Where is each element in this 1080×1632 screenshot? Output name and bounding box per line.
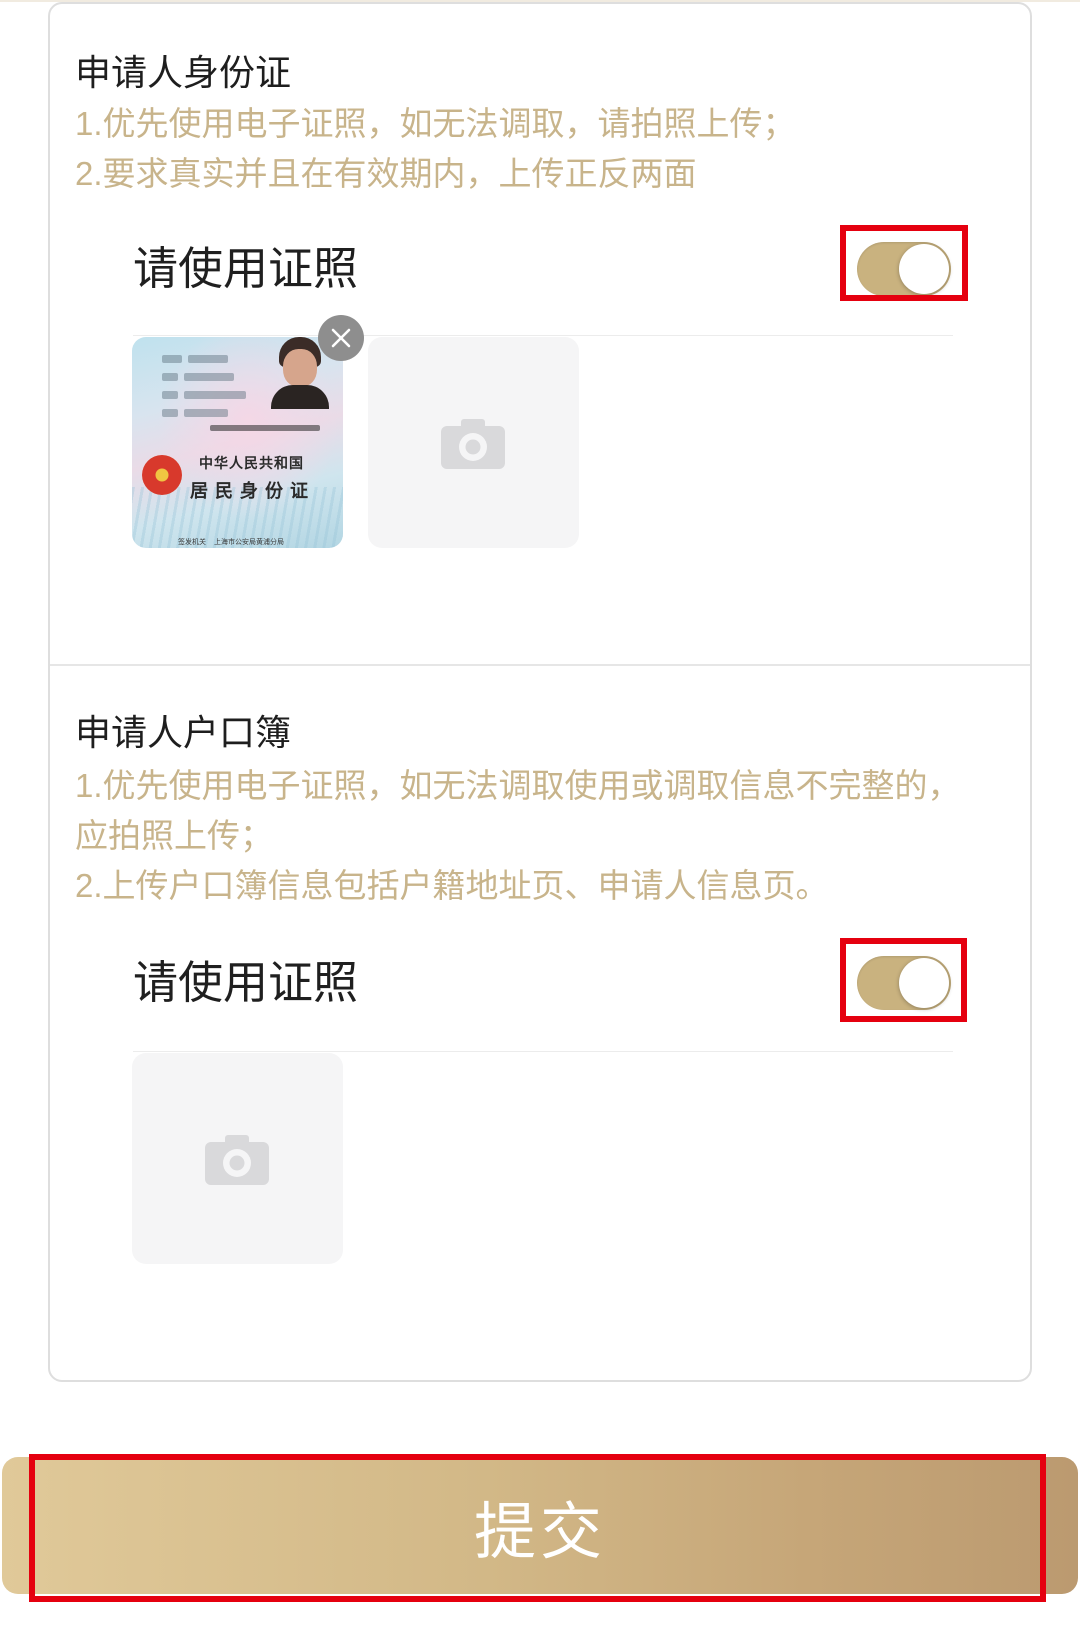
redacted-field	[162, 355, 182, 363]
use-license-label: 请使用证照	[133, 957, 359, 1008]
remove-photo-button[interactable]	[318, 315, 364, 361]
section-hints: 1.优先使用电子证照，如无法调取，请拍照上传； 2.要求真实并且在有效期内，上传…	[75, 99, 796, 199]
close-icon	[331, 328, 351, 348]
camera-icon	[441, 419, 505, 469]
national-emblem-icon	[142, 455, 182, 495]
section-household-register: 申请人户口簿 1.优先使用电子证照，如无法调取使用或调取信息不完整的， 应拍照上…	[50, 666, 1030, 1380]
row-divider	[133, 335, 953, 336]
use-license-label: 请使用证照	[133, 243, 359, 294]
upload-form-card: 申请人身份证 1.优先使用电子证照，如无法调取，请拍照上传； 2.要求真实并且在…	[48, 2, 1032, 1382]
redacted-id-number	[210, 425, 320, 431]
section-hints: 1.优先使用电子证照，如无法调取使用或调取信息不完整的， 应拍照上传； 2.上传…	[75, 761, 961, 911]
highlight-box-toggle	[840, 225, 968, 301]
id-card-photo-thumbnail[interactable]: 中华人民共和国 居民身份证 签发机关 上海市公安局黄浦分局	[132, 337, 343, 548]
hint-line: 1.优先使用电子证照，如无法调取使用或调取信息不完整的，	[75, 767, 961, 804]
card-authority-label: 签发机关	[178, 539, 206, 546]
highlight-box-toggle	[840, 938, 967, 1022]
card-authority: 上海市公安局黄浦分局	[214, 539, 284, 546]
hint-line: 1.优先使用电子证照，如无法调取，请拍照上传；	[75, 105, 796, 142]
upload-photo-button[interactable]	[132, 1053, 343, 1264]
upload-photo-button[interactable]	[368, 337, 579, 548]
hint-line: 应拍照上传；	[75, 817, 273, 854]
redacted-field	[162, 373, 178, 381]
camera-icon	[205, 1135, 269, 1185]
section-id-card: 申请人身份证 1.优先使用电子证照，如无法调取，请拍照上传； 2.要求真实并且在…	[50, 4, 1030, 664]
highlight-box-submit	[29, 1454, 1046, 1602]
card-document-text: 居民身份证	[190, 481, 315, 502]
redacted-field	[162, 409, 178, 417]
hint-line: 2.上传户口簿信息包括户籍地址页、申请人信息页。	[75, 867, 829, 904]
section-title: 申请人身份证	[75, 52, 292, 93]
section-title: 申请人户口簿	[75, 712, 292, 753]
redacted-field	[184, 373, 234, 381]
hint-line: 2.要求真实并且在有效期内，上传正反两面	[75, 155, 697, 192]
row-divider	[133, 1051, 953, 1052]
redacted-field	[184, 391, 246, 399]
card-country-text: 中华人民共和国	[199, 456, 304, 472]
redacted-field	[162, 391, 178, 399]
redacted-field	[188, 355, 228, 363]
redacted-field	[184, 409, 228, 417]
